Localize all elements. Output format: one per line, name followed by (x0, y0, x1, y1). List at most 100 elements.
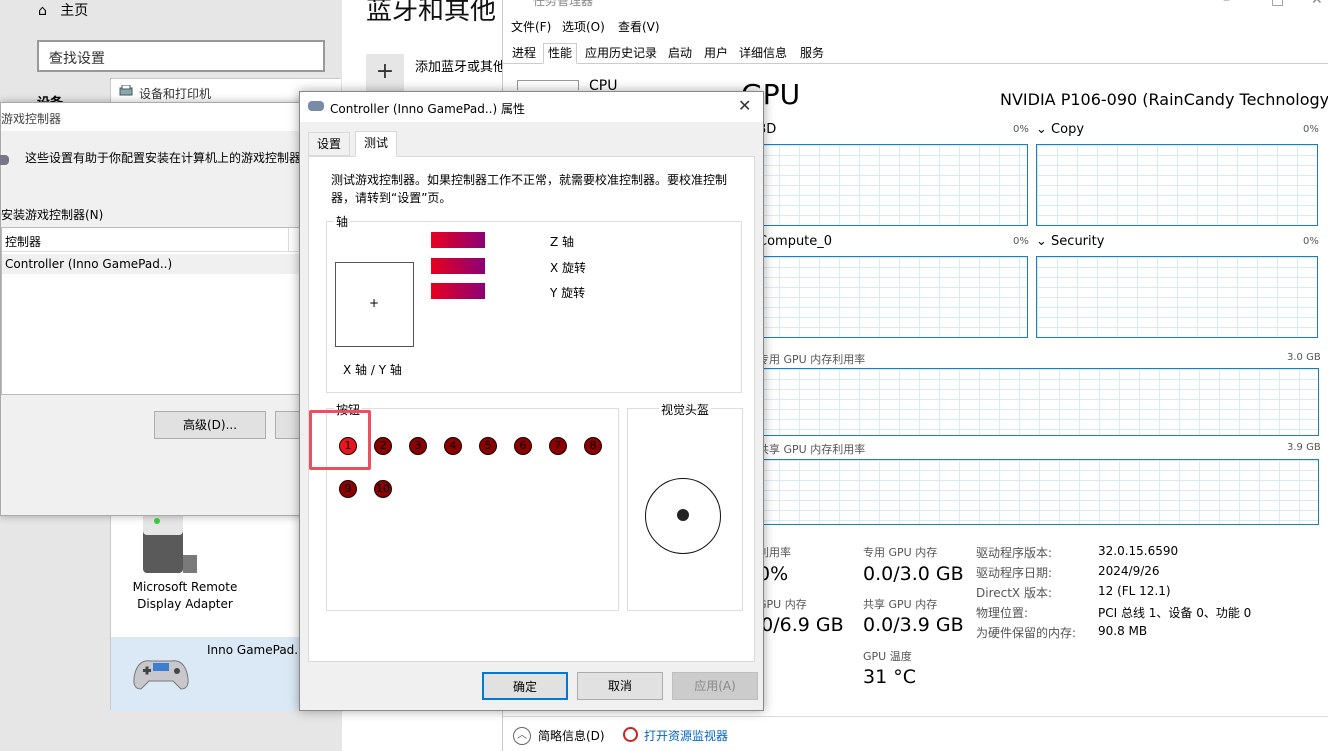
advanced-button[interactable]: 高级(D)... (154, 411, 266, 439)
tab-details[interactable]: 详细信息 (734, 43, 792, 64)
graph-copy (1036, 144, 1318, 226)
controllers-list-header[interactable]: 控制器 (2, 228, 302, 252)
chevron-down-icon: ⌄ (1036, 234, 1047, 249)
graph-compute-pct: 0% (1013, 236, 1029, 247)
tab-performance[interactable]: 性能 (543, 43, 578, 64)
tab-app-history[interactable]: 应用历史记录 (580, 43, 662, 64)
task-manager-footer: ︿ 简略信息(D) 打开资源监视器 (503, 716, 1328, 751)
y-rotation-bar (431, 283, 485, 299)
directx-version-label: DirectX 版本: (976, 586, 1053, 600)
tab-test[interactable]: 测试 (355, 131, 398, 157)
home-label: 主页 (60, 3, 89, 19)
graph-copy-label[interactable]: ⌄ Copy (1036, 122, 1084, 137)
open-resource-monitor-link[interactable]: 打开资源监视器 (644, 727, 728, 744)
menu-view[interactable]: 查看(V) (618, 18, 660, 35)
test-panel: 测试游戏控制器。如果控制器工作不正常，就需要校准控制器。要校准控制器，请转到“设… (308, 156, 755, 662)
home-nav-item[interactable]: ⌂ 主页 (38, 0, 88, 20)
add-device-link[interactable]: 添加蓝牙或其他 (415, 56, 506, 75)
tab-startup[interactable]: 启动 (663, 43, 697, 64)
controller-button-2: 2 (374, 437, 392, 455)
graph-security-label[interactable]: ⌄ Security (1036, 234, 1104, 249)
tab-users[interactable]: 用户 (699, 43, 733, 64)
graph-security-pct: 0% (1303, 236, 1319, 247)
pov-group-label: 视觉头盔 (659, 401, 712, 418)
controllers-list[interactable]: 控制器 Controller (Inno GamePad..) (1, 227, 302, 395)
z-axis-label: Z 轴 (550, 235, 575, 249)
add-device-plus-icon[interactable]: + (366, 54, 404, 92)
gpu-name: NVIDIA P106-090 (RainCandy Technology) (1000, 90, 1328, 109)
gpu-temperature-value: 31 °C (863, 666, 916, 688)
home-icon: ⌂ (38, 3, 47, 19)
column-header-controller: 控制器 (5, 235, 42, 249)
shared-mem-graph-label: 共享 GPU 内存利用率 (758, 443, 866, 456)
controller-button-7: 7 (549, 437, 567, 455)
fewer-details-link[interactable]: 简略信息(D) (538, 727, 605, 744)
gamepad-icon (308, 101, 324, 111)
chevron-down-icon: ⌄ (1036, 122, 1047, 137)
dedicated-mem-graph (758, 368, 1319, 436)
graph-compute-label[interactable]: Compute_0 (758, 234, 832, 249)
cpu-sidebar-thumbnail[interactable] (517, 80, 579, 90)
cancel-button[interactable]: 取消 (577, 672, 663, 700)
controller-button-3: 3 (409, 437, 427, 455)
controller-button-6: 6 (514, 437, 532, 455)
apply-button[interactable]: 应用(A) (672, 672, 758, 700)
remote-display-adapter-icon[interactable] (141, 509, 211, 577)
resource-monitor-icon (623, 727, 638, 742)
reserved-memory-label: 为硬件保留的内存: (976, 626, 1077, 640)
ok-button[interactable]: 确定 (482, 672, 568, 700)
gamepad-small-icon (0, 155, 9, 165)
maximize-button[interactable]: □ (1271, 0, 1284, 8)
gamepad-device-label: Inno GamePad.. (207, 643, 302, 657)
reserved-memory-value: 90.8 MB (1098, 624, 1148, 638)
task-manager-title: 任务管理器 (533, 0, 594, 8)
page-heading: 蓝牙和其他 (366, 0, 497, 26)
chevron-up-icon[interactable]: ︿ (513, 727, 531, 745)
driver-version-label: 驱动程序版本: (976, 546, 1053, 560)
graph-3d-pct: 0% (1013, 124, 1029, 135)
y-rotation-label: Y 旋转 (550, 286, 586, 300)
driver-date-value: 2024/9/26 (1098, 564, 1160, 578)
controller-button-10: 10 (374, 480, 392, 498)
game-controllers-dialog: 游戏控制器 这些设置有助于你配置安装在计算机上的游戏控制器 安装游戏控制器(N)… (0, 102, 315, 516)
graph-copy-name: Copy (1051, 122, 1085, 137)
controller-name: Controller (Inno GamePad..) (5, 257, 173, 271)
xy-axis-box: + (335, 262, 414, 347)
installed-controllers-label: 安装游戏控制器(N) (1, 208, 104, 222)
gpu-temperature-label: GPU 温度 (863, 650, 912, 663)
controller-button-8: 8 (584, 437, 602, 455)
shared-mem-graph-max: 3.9 GB (1287, 442, 1321, 453)
dedicated-mem-graph-max: 3.0 GB (1287, 352, 1321, 363)
close-icon[interactable]: ✕ (738, 96, 751, 115)
tab-settings[interactable]: 设置 (308, 132, 351, 156)
tab-processes[interactable]: 进程 (507, 43, 541, 64)
graph-security-name: Security (1051, 234, 1105, 249)
game-controllers-titlebar: 游戏控制器 (1, 103, 313, 131)
remote-display-adapter-label[interactable]: Microsoft Remote Display Adapter (125, 579, 245, 613)
shared-memory-value: 0.0/3.9 GB (863, 614, 964, 636)
devices-window-title: 设备和打印机 (139, 87, 212, 101)
minimize-button[interactable]: – (1223, 0, 1230, 8)
z-axis-bar (431, 232, 485, 248)
settings-search-box[interactable]: 查找设置 ⌕ (37, 40, 325, 72)
driver-version-value: 32.0.15.6590 (1098, 544, 1179, 558)
dedicated-memory-label: 专用 GPU 内存 (863, 546, 938, 559)
properties-titlebar: Controller (Inno GamePad..) 属性 ✕ (300, 92, 763, 122)
pressed-button-highlight (309, 410, 371, 470)
tab-services[interactable]: 服务 (795, 43, 829, 64)
task-manager-tabs: 进程 性能 应用历史记录 启动 用户 详细信息 服务 (503, 40, 1328, 64)
menu-options[interactable]: 选项(O) (562, 18, 605, 35)
graph-copy-pct: 0% (1303, 124, 1319, 135)
menu-file[interactable]: 文件(F) (511, 18, 551, 35)
list-item[interactable]: Controller (Inno GamePad..) (2, 254, 302, 274)
dedicated-mem-graph-label: 专用 GPU 内存利用率 (758, 353, 866, 366)
test-description: 测试游戏控制器。如果控制器工作不正常，就需要校准控制器。要校准控制器，请转到“设… (331, 173, 728, 205)
physical-location-label: 物理位置: (976, 606, 1029, 620)
graph-security (1036, 256, 1318, 338)
printer-icon (119, 85, 133, 96)
game-controllers-description: 这些设置有助于你配置安装在计算机上的游戏控制器 (25, 151, 302, 165)
graph-3d (758, 144, 1028, 226)
close-button[interactable]: ✕ (1311, 0, 1323, 8)
gamepad-icon (133, 660, 189, 690)
xy-axis-label: X 轴 / Y 轴 (343, 363, 402, 377)
